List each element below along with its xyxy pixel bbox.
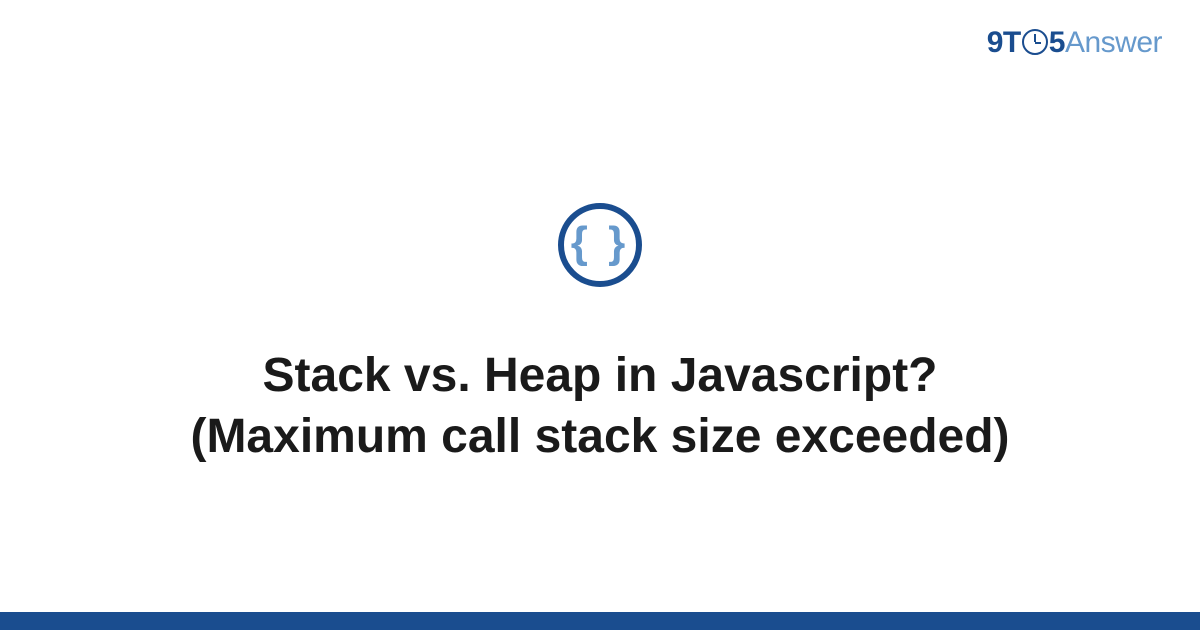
logo-text-answer: Answer xyxy=(1065,26,1162,59)
topic-icon-circle: { } xyxy=(558,203,642,287)
code-braces-icon: { } xyxy=(571,221,629,265)
site-logo: 9T 5Answer xyxy=(987,26,1162,60)
main-content: { } Stack vs. Heap in Javascript? (Maxim… xyxy=(0,0,1200,630)
clock-icon xyxy=(1022,29,1048,55)
footer-bar xyxy=(0,612,1200,630)
logo-text-5: 5 xyxy=(1049,26,1065,59)
logo-text-9t: 9T xyxy=(987,26,1021,59)
page-title: Stack vs. Heap in Javascript? (Maximum c… xyxy=(150,345,1050,468)
